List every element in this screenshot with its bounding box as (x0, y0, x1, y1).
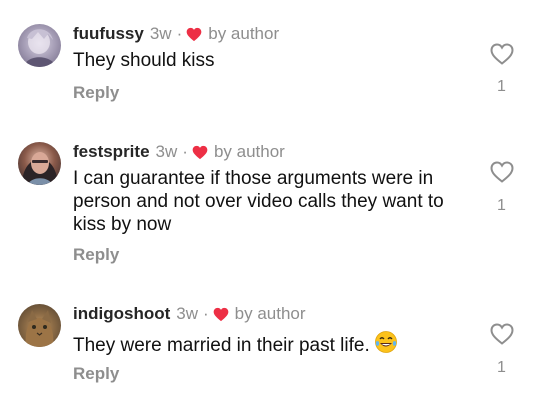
comment-text: I can guarantee if those arguments were … (73, 168, 444, 235)
like-count: 1 (497, 359, 506, 376)
timestamp: 3w (149, 24, 172, 43)
author-heart-icon (186, 27, 202, 41)
avatar[interactable] (18, 142, 61, 185)
like-count: 1 (497, 78, 506, 95)
comment-header: festsprite 3w · by author (73, 142, 285, 162)
like-heart-icon[interactable] (490, 161, 514, 183)
like-heart-icon[interactable] (490, 323, 514, 345)
timestamp: 3w (155, 142, 178, 161)
separator-dot: · (203, 304, 209, 323)
author-heart-icon (192, 145, 208, 159)
username[interactable]: fuufussy (73, 24, 144, 44)
avatar[interactable] (18, 304, 61, 347)
username[interactable]: indigoshoot (73, 304, 170, 324)
comment-text: They should kiss (73, 50, 215, 71)
reply-button[interactable]: Reply (73, 364, 119, 384)
like-count: 1 (497, 197, 506, 214)
reply-button[interactable]: Reply (73, 245, 119, 265)
avatar[interactable] (18, 24, 61, 67)
liked-by-author-label: by author (208, 24, 280, 43)
comment-text-content: They were married in their past life. (73, 335, 370, 356)
username[interactable]: festsprite (73, 142, 150, 162)
separator-dot: · (176, 24, 183, 43)
timestamp: 3w (176, 304, 198, 323)
comment-header: fuufussy 3w · by author (73, 24, 279, 44)
comment-text: They were married in their past life. (73, 330, 473, 357)
tears-of-joy-emoji-icon (374, 331, 397, 353)
reply-button[interactable]: Reply (73, 83, 119, 103)
like-heart-icon[interactable] (490, 43, 514, 65)
comment-header: indigoshoot 3w · by author (73, 304, 306, 324)
liked-by-author-label: by author (234, 304, 306, 323)
separator-dot: · (182, 142, 188, 161)
liked-by-author-label: by author (213, 142, 285, 161)
author-heart-icon (213, 307, 229, 321)
